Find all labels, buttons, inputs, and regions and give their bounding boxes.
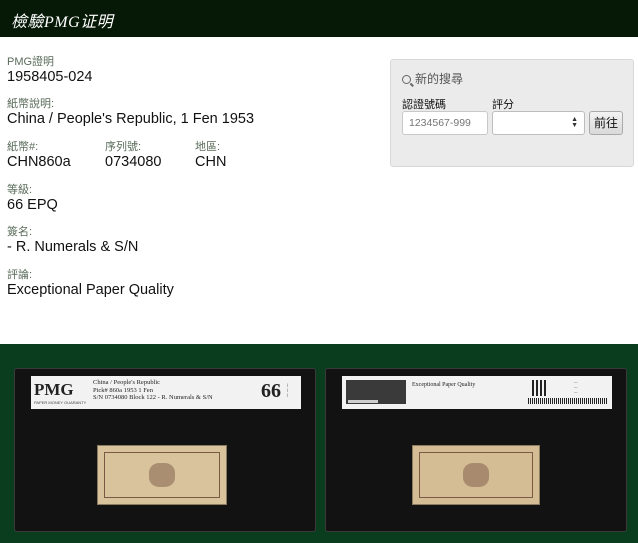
front-label-line3: S/N 0734080 Block 122 - R. Numerals & S/…	[93, 394, 213, 401]
note-description-value: China / People's Republic, 1 Fen 1953	[7, 111, 255, 127]
region-label: 地區:	[195, 141, 221, 153]
note-back-image[interactable]: Exceptional Paper Quality — — —	[325, 368, 627, 532]
comment-field: 評論: Exceptional Paper Quality	[7, 269, 174, 299]
front-label-strip: PMG PAPER MONEY GUARANTY China / People'…	[31, 376, 301, 409]
new-search-heading: 新的搜尋	[402, 70, 463, 87]
front-label-text: China / People's Republic Pick# 860a 195…	[93, 379, 213, 402]
cert-number-value: 1958405-024	[7, 69, 93, 85]
banknote-back	[412, 445, 540, 505]
grade-label: 等級:	[7, 184, 33, 196]
grade-search-label: 評分	[492, 99, 514, 111]
signature-field: 簽名: - R. Numerals & S/N	[7, 226, 138, 256]
cert-number-label: PMG證明	[7, 56, 55, 68]
cert-number-field: PMG證明 1958405-024	[7, 56, 92, 86]
back-label-hologram	[346, 380, 406, 404]
new-search-title: 新的搜尋	[415, 72, 464, 86]
serial-number-field: 序列號: 0734080	[105, 141, 161, 171]
note-number-label: 紙幣#:	[7, 141, 39, 153]
note-number-value: CHN860a	[7, 154, 71, 170]
front-label-grade: 66	[261, 380, 281, 402]
new-search-panel: 新的搜尋 認證號碼 評分 ▲▼ 前往	[390, 59, 634, 167]
note-description-field: 紙幣說明: China / People's Republic, 1 Fen 1…	[7, 98, 254, 128]
qr-code-icon	[532, 380, 548, 396]
comment-value: Exceptional Paper Quality	[7, 282, 174, 298]
search-icon	[402, 75, 411, 84]
region-value: CHN	[195, 154, 227, 170]
comment-label: 評論:	[7, 269, 33, 281]
front-label-line2: Pick# 860a 1953 1 Fen	[93, 386, 153, 394]
barcode-icon	[528, 398, 608, 404]
banknote-front	[97, 445, 227, 505]
select-arrows-icon: ▲ ▼	[571, 116, 578, 129]
front-label-line1: China / People's Republic	[93, 379, 161, 386]
signature-value: - R. Numerals & S/N	[7, 239, 139, 255]
back-label-strip: Exceptional Paper Quality — — —	[342, 376, 612, 409]
truck-vignette	[149, 463, 175, 487]
signature-label: 簽名:	[7, 226, 33, 238]
back-label-small-text: — — —	[574, 380, 578, 394]
emblem-vignette	[463, 463, 489, 487]
back-label-comment: Exceptional Paper Quality	[412, 382, 476, 388]
page-title: 檢驗PMG证明	[11, 14, 114, 31]
grade-select[interactable]: ▲ ▼	[492, 111, 585, 135]
note-description-label: 紙幣說明:	[7, 98, 55, 110]
pmg-logo-subtitle: PAPER MONEY GUARANTY	[34, 400, 87, 405]
cert-number-input[interactable]	[402, 111, 488, 135]
serial-number-value: 0734080	[105, 154, 162, 170]
serial-number-label: 序列號:	[105, 141, 142, 153]
front-label-grade-qualifier: | | |	[287, 382, 289, 397]
go-button[interactable]: 前往	[589, 111, 623, 135]
grade-value: 66 EPQ	[7, 197, 58, 213]
note-number-field: 紙幣#: CHN860a	[7, 141, 71, 171]
cert-number-search-label: 認證號碼	[402, 99, 446, 111]
pmg-logo: PMG	[34, 380, 74, 399]
region-field: 地區: CHN	[195, 141, 226, 171]
grade-field: 等級: 66 EPQ	[7, 184, 58, 214]
note-images-band: PMG PAPER MONEY GUARANTY China / People'…	[0, 344, 638, 543]
top-bar: 檢驗PMG证明	[0, 0, 638, 37]
note-front-image[interactable]: PMG PAPER MONEY GUARANTY China / People'…	[14, 368, 316, 532]
